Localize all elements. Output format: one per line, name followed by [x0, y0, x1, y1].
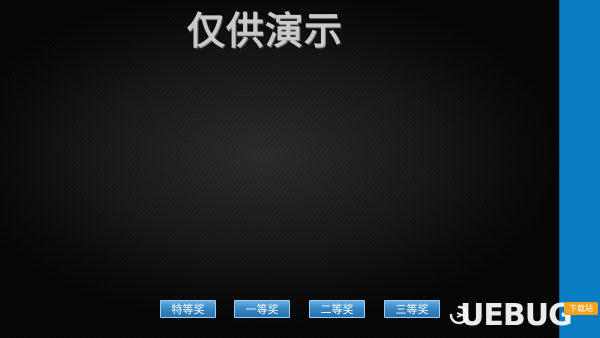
third-prize-button[interactable]: 三等奖: [384, 300, 440, 318]
second-prize-button[interactable]: 二等奖: [309, 300, 365, 318]
side-panel: [559, 0, 600, 338]
first-prize-button[interactable]: 一等奖: [234, 300, 290, 318]
site-watermark: UEBUG 下载站: [446, 296, 600, 336]
special-prize-button[interactable]: 特等奖: [160, 300, 216, 318]
watermark-badge: 下载站: [564, 302, 598, 315]
page-title: 仅供演示: [187, 9, 344, 53]
watermark-logo-text: UEBUG: [460, 298, 573, 333]
